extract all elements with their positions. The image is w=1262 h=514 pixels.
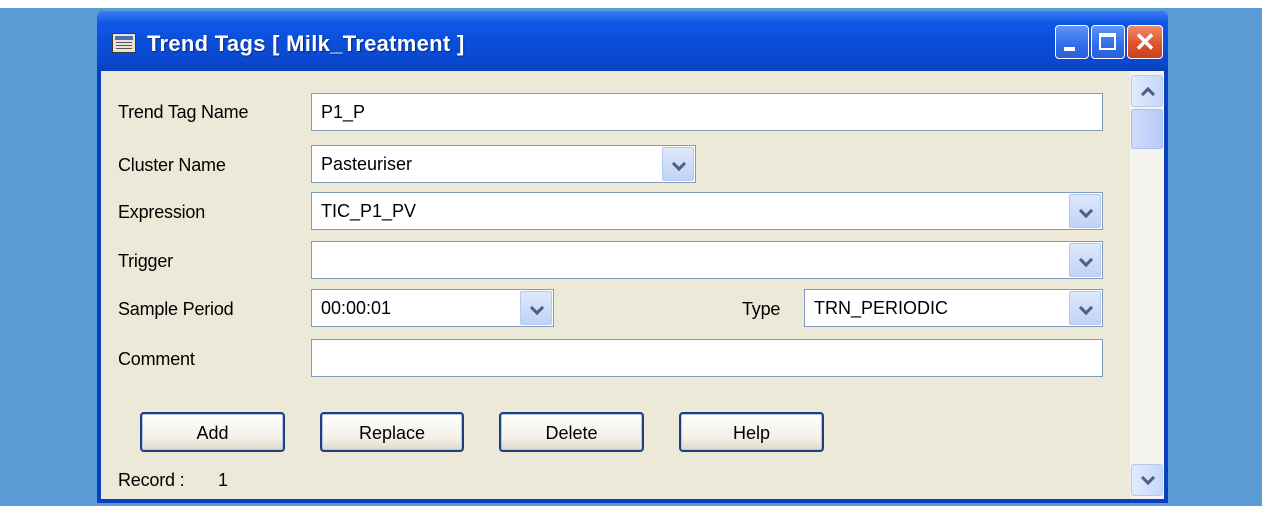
type-value: TRN_PERIODIC — [814, 298, 949, 318]
delete-button[interactable]: Delete — [499, 412, 644, 452]
type-dropdown[interactable]: TRN_PERIODIC — [804, 289, 1103, 327]
chevron-down-icon[interactable] — [1131, 464, 1163, 496]
trend-tag-name-label: Trend Tag Name — [118, 102, 249, 122]
form-window-icon[interactable] — [112, 33, 136, 53]
vertical-scrollbar[interactable] — [1130, 71, 1164, 499]
trigger-dropdown[interactable] — [311, 241, 1103, 279]
record-label: Record : — [118, 470, 185, 490]
chevron-down-icon[interactable] — [1069, 194, 1101, 228]
expression-value: TIC_P1_PV — [321, 201, 417, 221]
record-number: 1 — [218, 470, 228, 490]
add-button[interactable]: Add — [140, 412, 285, 452]
sample-period-dropdown[interactable]: 00:00:01 — [311, 289, 554, 327]
close-button[interactable]: ✕ — [1127, 25, 1163, 59]
cluster-name-value: Pasteuriser — [321, 154, 413, 174]
maximize-button[interactable] — [1091, 25, 1125, 59]
chevron-down-icon[interactable] — [662, 147, 694, 181]
scrollbar-thumb[interactable] — [1131, 109, 1163, 149]
trend-tags-window: Trend Tags [ Milk_Treatment ] ✕ Trend Ta… — [97, 11, 1168, 503]
replace-button[interactable]: Replace — [320, 412, 464, 452]
expression-label: Expression — [118, 202, 206, 222]
title-bar[interactable]: Trend Tags [ Milk_Treatment ] ✕ — [97, 11, 1168, 71]
top-border-strip — [0, 0, 1262, 8]
expression-dropdown[interactable]: TIC_P1_PV — [311, 192, 1103, 230]
cluster-name-label: Cluster Name — [118, 155, 226, 175]
chevron-down-icon[interactable] — [1069, 291, 1101, 325]
window-title: Trend Tags [ Milk_Treatment ] — [147, 31, 465, 56]
sample-period-label: Sample Period — [118, 299, 234, 319]
cluster-name-dropdown[interactable]: Pasteuriser — [311, 145, 696, 183]
trend-tag-name-input[interactable] — [311, 93, 1103, 131]
comment-input[interactable] — [311, 339, 1103, 377]
trigger-label: Trigger — [118, 251, 173, 271]
chevron-down-icon[interactable] — [1069, 243, 1101, 277]
type-label: Type — [742, 299, 781, 319]
chevron-up-icon[interactable] — [1131, 75, 1163, 107]
help-button[interactable]: Help — [679, 412, 824, 452]
close-icon: ✕ — [1134, 27, 1156, 57]
minimize-button[interactable] — [1055, 25, 1089, 59]
bottom-border-strip — [0, 506, 1262, 514]
chevron-down-icon[interactable] — [520, 291, 552, 325]
comment-label: Comment — [118, 349, 195, 369]
sample-period-value: 00:00:01 — [321, 298, 392, 318]
form-client-area: Trend Tag Name Cluster Name Pasteuriser … — [101, 71, 1164, 499]
